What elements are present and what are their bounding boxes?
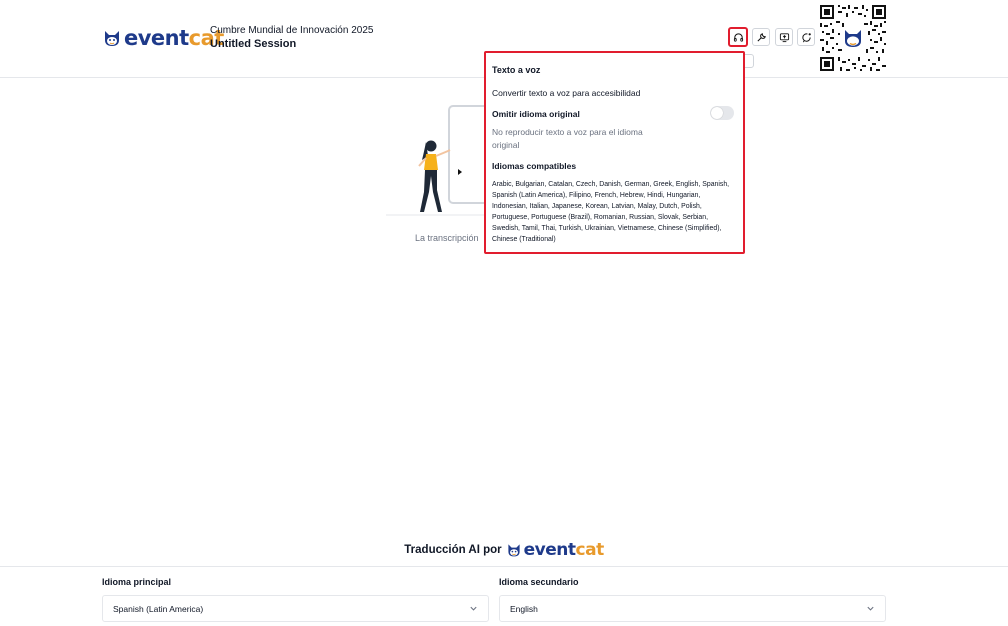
chevron-down-icon bbox=[470, 606, 477, 611]
eventcat-logo[interactable]: eventcat bbox=[102, 26, 224, 50]
powered-by: Traducción AI por eventcat bbox=[0, 540, 1008, 560]
omit-original-title: Omitir idioma original bbox=[492, 109, 580, 119]
supported-languages-list: Arabic, Bulgarian, Catalan, Czech, Danis… bbox=[492, 180, 730, 243]
chat-icon bbox=[801, 32, 811, 42]
logo-part-event: event bbox=[523, 540, 576, 560]
logo-part-event: event bbox=[124, 26, 189, 50]
omit-original-toggle[interactable] bbox=[710, 106, 734, 120]
tts-description: Convertir texto a voz para accesibilidad bbox=[492, 88, 641, 98]
cat-logo-icon bbox=[105, 31, 119, 46]
logo-wordmark: eventcat bbox=[124, 26, 224, 50]
primary-language-select[interactable]: Spanish (Latin America) bbox=[102, 595, 489, 622]
transcript-placeholder: La transcripción bbox=[415, 233, 479, 243]
chevron-down-icon bbox=[867, 606, 874, 611]
settings-button[interactable] bbox=[752, 28, 770, 46]
screen-share-button[interactable] bbox=[775, 28, 793, 46]
wrench-icon bbox=[756, 32, 766, 42]
session-name: Untitled Session bbox=[210, 38, 297, 50]
screen-share-icon bbox=[779, 32, 789, 42]
powered-by-wordmark: eventcat bbox=[523, 540, 605, 560]
chat-button[interactable] bbox=[797, 28, 815, 46]
event-name: Cumbre Mundial de Innovación 2025 bbox=[210, 25, 374, 36]
secondary-language-value: English bbox=[510, 603, 538, 614]
secondary-language-label: Idioma secundario bbox=[499, 577, 579, 587]
primary-language-label: Idioma principal bbox=[102, 577, 172, 587]
supported-languages-title: Idiomas compatibles bbox=[492, 160, 577, 171]
empty-state-illustration bbox=[386, 105, 486, 216]
text-to-speech-button[interactable] bbox=[728, 27, 748, 47]
language-footer: Idioma principal Spanish (Latin America)… bbox=[0, 566, 1008, 626]
qr-code[interactable] bbox=[820, 5, 886, 71]
tts-title: Texto a voz bbox=[492, 65, 541, 75]
tts-popover: Texto a voz Convertir texto a voz para a… bbox=[484, 51, 745, 254]
omit-original-row: Omitir idioma original No reproducir tex… bbox=[492, 106, 736, 152]
secondary-language-select[interactable]: English bbox=[499, 595, 886, 622]
app-root: eventcat Cumbre Mundial de Innovación 20… bbox=[0, 0, 1008, 626]
primary-language-value: Spanish (Latin America) bbox=[113, 603, 204, 614]
omit-original-description: No reproducir texto a voz para el idioma… bbox=[492, 127, 643, 150]
headphones-icon bbox=[733, 32, 743, 42]
cat-logo-icon bbox=[508, 544, 520, 557]
logo-part-cat: cat bbox=[575, 540, 605, 560]
powered-by-label: Traducción AI por bbox=[404, 544, 502, 556]
